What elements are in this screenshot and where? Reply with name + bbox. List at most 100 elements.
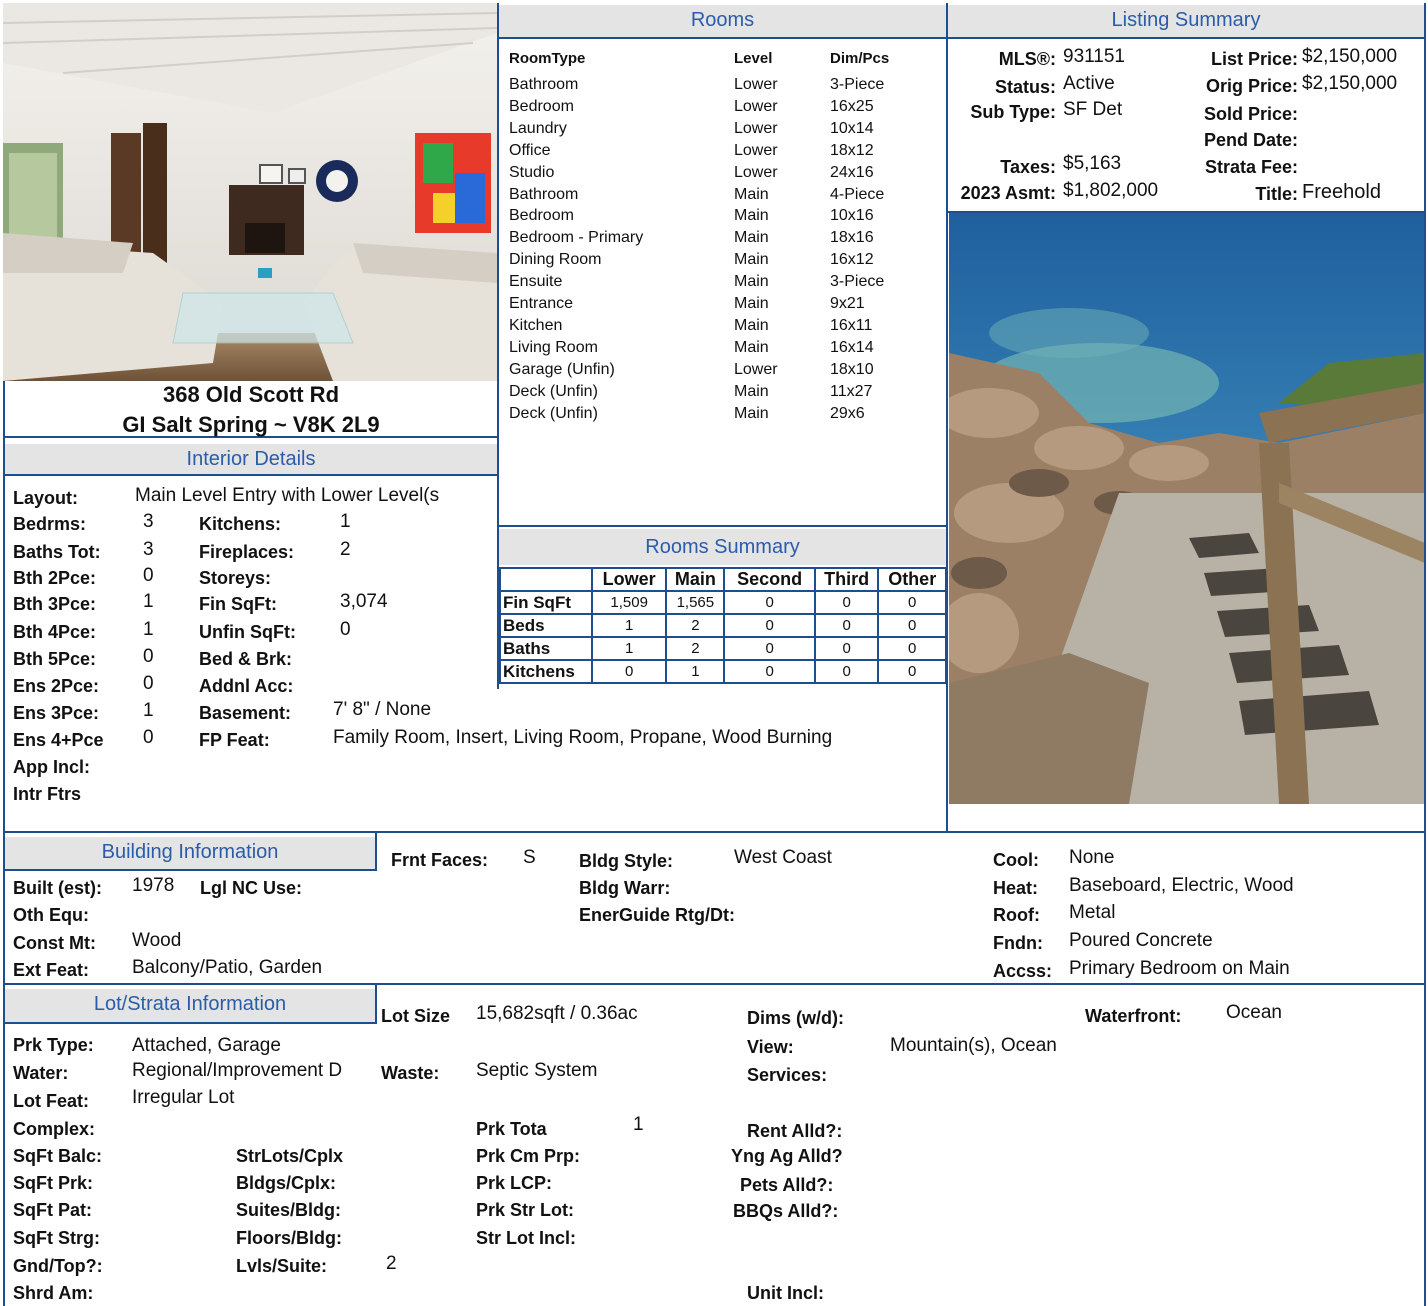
title-value: Freehold: [1302, 181, 1381, 203]
const-mt-value: Wood: [132, 930, 182, 951]
sqft-balc-label: SqFt Balc:: [13, 1146, 103, 1166]
bth2-value: 0: [143, 565, 154, 586]
room-type: Living Room: [509, 339, 598, 356]
heat-value: Baseboard, Electric, Wood: [1069, 875, 1294, 896]
ens4-value: 0: [143, 727, 154, 748]
ens2-label: Ens 2Pce:: [13, 676, 100, 696]
built-label: Built (est):: [13, 878, 102, 898]
frnt-faces-label: Frnt Faces:: [391, 850, 489, 870]
layout-value: Main Level Entry with Lower Level(s: [135, 485, 440, 506]
strlots-label: StrLots/Cplx: [236, 1146, 344, 1166]
room-dim: 4-Piece: [830, 186, 885, 203]
divider: [1424, 3, 1426, 1306]
rooms-summary-cell: 1: [590, 613, 668, 638]
room-type: Garage (Unfin): [509, 361, 615, 378]
room-dim: 3-Piece: [830, 273, 885, 290]
room-level: Main: [734, 317, 769, 334]
kitchens-label: Kitchens:: [199, 514, 282, 534]
fp-feat-label: FP Feat:: [199, 730, 270, 750]
divider: [948, 211, 1424, 213]
sqft-pat-label: SqFt Pat:: [13, 1200, 92, 1220]
oth-equ-label: Oth Equ:: [13, 905, 89, 925]
rooms-summary-table: Lower Main Second Third Other Fin SqFt 1,…: [499, 567, 947, 684]
waterfront-stairs-photo: [949, 213, 1425, 804]
room-level: Main: [734, 383, 769, 400]
room-type: Bedroom: [509, 98, 574, 115]
ext-feat-label: Ext Feat:: [13, 960, 90, 980]
room-dim: 18x16: [830, 229, 874, 246]
subtype-label: Sub Type:: [970, 102, 1056, 122]
cool-value: None: [1069, 847, 1115, 868]
bldg-style-label: Bldg Style:: [579, 851, 674, 871]
bed-brk-label: Bed & Brk:: [199, 649, 293, 669]
view-label: View:: [747, 1037, 794, 1057]
orig-price-value: $2,150,000: [1302, 73, 1398, 94]
divider: [375, 831, 377, 871]
orig-price-label: Orig Price:: [1205, 76, 1298, 96]
roof-label: Roof:: [993, 905, 1040, 925]
unit-incl-label: Unit Incl:: [747, 1283, 824, 1303]
rooms-summary-col: Other: [877, 567, 947, 592]
prk-tota-label: Prk Tota: [476, 1119, 547, 1139]
bth3-label: Bth 3Pce:: [13, 594, 97, 614]
divider: [499, 525, 947, 527]
room-type: Ensuite: [509, 273, 563, 290]
bedrms-value: 3: [143, 511, 154, 532]
bth4-value: 1: [143, 619, 154, 640]
room-dim: 16x11: [830, 317, 873, 334]
status-value: Active: [1063, 73, 1115, 94]
divider: [375, 983, 377, 1024]
roof-value: Metal: [1069, 902, 1116, 923]
taxes-label: Taxes:: [1000, 157, 1056, 177]
unfin-sqft-value: 0: [340, 619, 351, 640]
title-label: Title:: [1255, 184, 1298, 204]
sqft-prk-label: SqFt Prk:: [13, 1173, 94, 1193]
storeys-label: Storeys:: [199, 568, 272, 588]
lgl-nc-use-label: Lgl NC Use:: [200, 878, 303, 898]
lot-size-label: Lot Size: [381, 1006, 451, 1026]
energuide-label: EnerGuide Rtg/Dt:: [579, 905, 735, 925]
fin-sqft-label: Fin SqFt:: [199, 594, 277, 614]
sold-price-label: Sold Price:: [1203, 104, 1298, 124]
prk-type-value: Attached, Garage: [132, 1035, 281, 1056]
frnt-faces-value: S: [523, 847, 536, 868]
building-info-header: Building Information: [5, 837, 375, 869]
assessment-label: 2023 Asmt:: [960, 183, 1056, 203]
bth5-value: 0: [143, 646, 154, 667]
rooms-summary-col: Third: [813, 567, 880, 592]
pend-date-label: Pend Date:: [1203, 130, 1298, 150]
room-type: Office: [509, 142, 551, 159]
rooms-summary-cell: 0: [813, 590, 880, 615]
room-dim: 9x21: [830, 295, 865, 312]
ens4-label: Ens 4+Pce: [13, 730, 104, 750]
rooms-summary-row: Kitchens 0 1 0 0 0: [499, 659, 947, 684]
room-dim: 16x12: [830, 251, 874, 268]
fireplaces-value: 2: [340, 539, 351, 560]
accss-label: Accss:: [993, 961, 1053, 981]
divider: [3, 983, 1426, 985]
rooms-summary-row: Baths 1 2 0 0 0: [499, 636, 947, 661]
dims-label: Dims (w/d):: [747, 1008, 844, 1028]
divider: [499, 37, 1424, 39]
rooms-summary-row-label: Beds: [499, 613, 593, 638]
rooms-summary-row-label: Baths: [499, 636, 593, 661]
rooms-summary-cell: 0: [723, 590, 816, 615]
rooms-summary-cell: 0: [877, 590, 947, 615]
waterfront-value: Ocean: [1226, 1002, 1282, 1023]
suites-bldg-label: Suites/Bldg:: [236, 1200, 342, 1220]
baths-tot-label: Baths Tot:: [13, 542, 101, 562]
room-dim: 11x27: [830, 383, 873, 400]
rooms-col-type: RoomType: [509, 50, 586, 67]
kitchens-value: 1: [340, 511, 351, 532]
layout-label: Layout:: [13, 488, 78, 508]
bldg-warr-label: Bldg Warr:: [579, 878, 671, 898]
app-incl-label: App Incl:: [13, 757, 90, 777]
prk-str-lot-label: Prk Str Lot:: [476, 1200, 575, 1220]
rooms-summary-cell: 0: [723, 613, 816, 638]
room-dim: 18x12: [830, 142, 874, 159]
ext-feat-value: Balcony/Patio, Garden: [132, 957, 323, 978]
rooms-col-dim: Dim/Pcs: [830, 50, 890, 67]
intr-ftrs-label: Intr Ftrs: [13, 784, 82, 804]
rooms-summary-row: Fin SqFt 1,509 1,565 0 0 0: [499, 590, 947, 615]
list-price-value: $2,150,000: [1302, 46, 1398, 67]
